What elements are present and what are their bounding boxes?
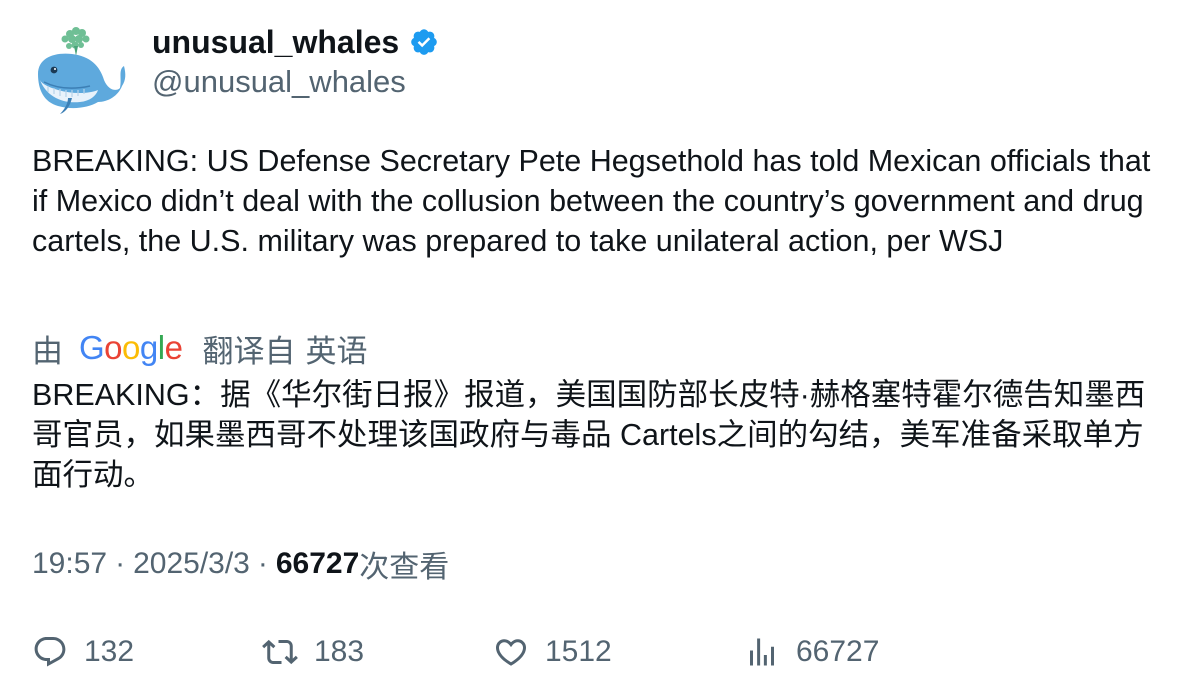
views-label: 次查看	[359, 551, 450, 584]
reply-count: 132	[84, 635, 135, 668]
display-name-row: unusual_whales	[152, 22, 439, 62]
author-display-name[interactable]: unusual_whales	[152, 22, 399, 62]
views-action-count: 66727	[796, 635, 880, 668]
source-language: 英语	[305, 333, 368, 369]
retweet-count: 183	[314, 635, 365, 668]
translated-by-label: 由	[32, 333, 63, 369]
google-logo: Google	[79, 329, 183, 366]
tweet-text: BREAKING: US Defense Secretary Pete Hegs…	[32, 144, 1151, 258]
like-count: 1512	[545, 635, 612, 668]
translated-text: BREAKING：据《华尔街日报》报道，美国国防部长皮特·赫格塞特霍尔德告知墨西…	[32, 378, 1146, 492]
retweet-button[interactable]: 183	[262, 628, 364, 676]
like-button[interactable]: 1512	[493, 628, 612, 676]
analytics-icon	[750, 638, 774, 666]
tweet-header: unusual_whales @unusual_whales	[32, 22, 439, 118]
reply-button[interactable]: 132	[32, 628, 134, 676]
views-button[interactable]: 66727	[744, 628, 879, 676]
views-count: 66727	[275, 547, 360, 580]
whale-icon[interactable]	[32, 22, 128, 118]
tweet-time[interactable]: 19:57	[32, 547, 107, 581]
translation-attribution: 由 Google 翻译自 英语	[32, 327, 367, 369]
heart-icon	[495, 639, 527, 666]
meta-separator: ·	[257, 547, 268, 580]
tweet-meta: 19:57 · 2025/3/3 · 66727 次查看	[32, 543, 449, 585]
author-names: unusual_whales @unusual_whales	[152, 22, 439, 102]
reply-icon	[34, 637, 66, 667]
tweet-date[interactable]: 2025/3/3	[133, 547, 250, 581]
meta-separator: ·	[115, 547, 126, 580]
verified-badge-icon[interactable]	[409, 27, 439, 57]
translated-from-label: 翻译自	[202, 333, 296, 369]
retweet-icon	[262, 639, 298, 665]
tweet-card: unusual_whales @unusual_whales BREAKING:…	[0, 0, 1196, 698]
action-bar: 132 183 1512 66727	[32, 628, 1172, 676]
author-handle[interactable]: @unusual_whales	[152, 62, 439, 102]
